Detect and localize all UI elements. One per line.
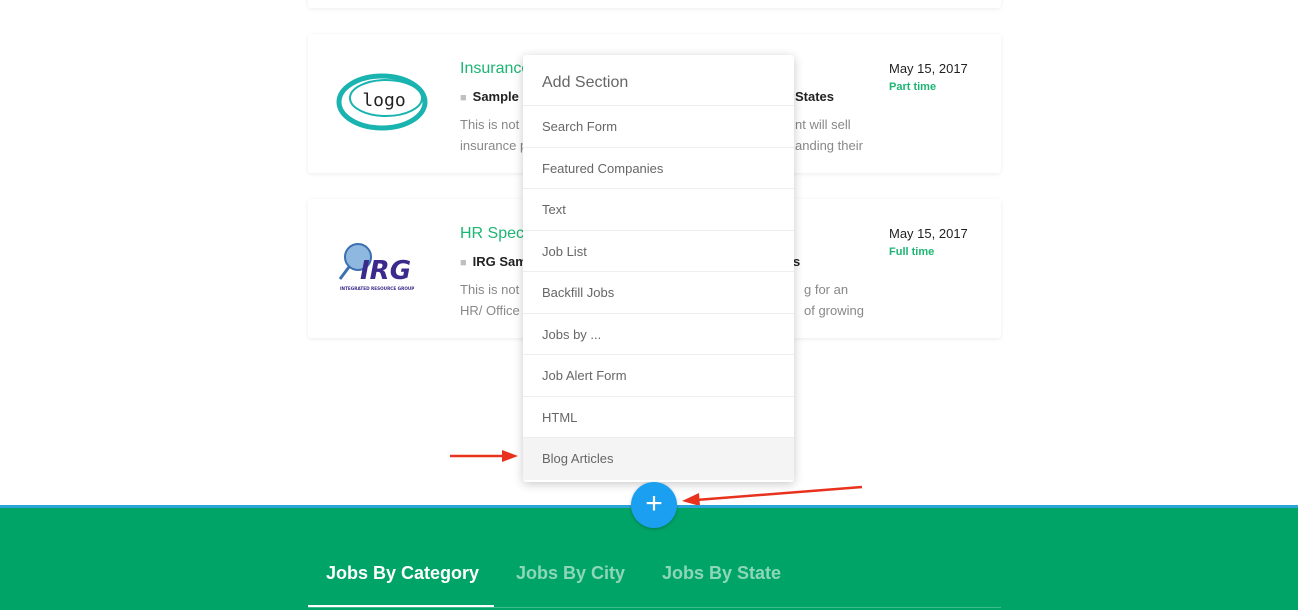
annotation-arrow-left [450, 450, 518, 462]
job-type: Full time [889, 246, 935, 258]
job-company: ■ IRG Sam [460, 254, 527, 269]
menu-item-text[interactable]: Text [523, 189, 794, 231]
description-line: g for an [804, 282, 849, 297]
briefcase-icon: ■ [460, 92, 467, 104]
description-line: nt will sell [795, 117, 851, 132]
company-logo: logo [336, 73, 428, 131]
description-line: of growing [804, 303, 864, 318]
menu-item-search-form[interactable]: Search Form [523, 106, 794, 148]
description-line: This is not a [460, 117, 530, 132]
job-title[interactable]: HR Speci [460, 225, 528, 243]
menu-item-jobs-by[interactable]: Jobs by ... [523, 314, 794, 355]
job-description: This is not a HR/ Office [460, 279, 530, 321]
menu-title: Add Section [523, 55, 794, 106]
job-title[interactable]: Insurance [460, 60, 530, 78]
menu-item-html[interactable]: HTML [523, 397, 794, 438]
description-line: HR/ Office [460, 303, 520, 318]
menu-item-backfill-jobs[interactable]: Backfill Jobs [523, 272, 794, 314]
job-card-previous [308, 0, 1001, 8]
menu-item-job-list[interactable]: Job List [523, 231, 794, 272]
active-tab-underline [308, 605, 494, 607]
company-logo: IRG INTEGRATED RESOURCE GROUP [338, 243, 414, 291]
job-date: May 15, 2017 [889, 61, 968, 76]
description-line: anding their [795, 138, 863, 153]
tab-jobs-by-state[interactable]: Jobs By State [662, 563, 781, 584]
job-type: Part time [889, 81, 937, 93]
footer-tabs: Jobs By Category Jobs By City Jobs By St… [308, 563, 1001, 608]
job-description-continued: g for an of growing [795, 279, 864, 321]
add-section-button[interactable]: + [631, 482, 677, 528]
logo-text: IRG [360, 256, 411, 286]
company-name: Sample [472, 89, 519, 104]
menu-item-blog-articles[interactable]: Blog Articles [523, 438, 794, 480]
briefcase-icon: ■ [460, 257, 467, 269]
job-location: s [793, 254, 801, 269]
logo-text: logo [362, 90, 405, 111]
job-location: States [795, 89, 835, 104]
job-company: ■ Sample [460, 89, 519, 104]
company-name: IRG Sam [472, 254, 527, 269]
tab-jobs-by-category[interactable]: Jobs By Category [326, 563, 479, 584]
menu-item-featured-companies[interactable]: Featured Companies [523, 148, 794, 189]
description-line: insurance p [460, 138, 528, 153]
job-date: May 15, 2017 [889, 226, 968, 241]
job-description: This is not a insurance p [460, 114, 530, 156]
job-description-continued: nt will sell anding their [795, 114, 863, 156]
tab-jobs-by-city[interactable]: Jobs By City [516, 563, 625, 584]
menu-item-job-alert-form[interactable]: Job Alert Form [523, 355, 794, 397]
logo-subtext: INTEGRATED RESOURCE GROUP [340, 286, 414, 291]
description-line: This is not a [460, 282, 530, 297]
add-section-menu: Add Section Search Form Featured Compani… [523, 55, 794, 482]
